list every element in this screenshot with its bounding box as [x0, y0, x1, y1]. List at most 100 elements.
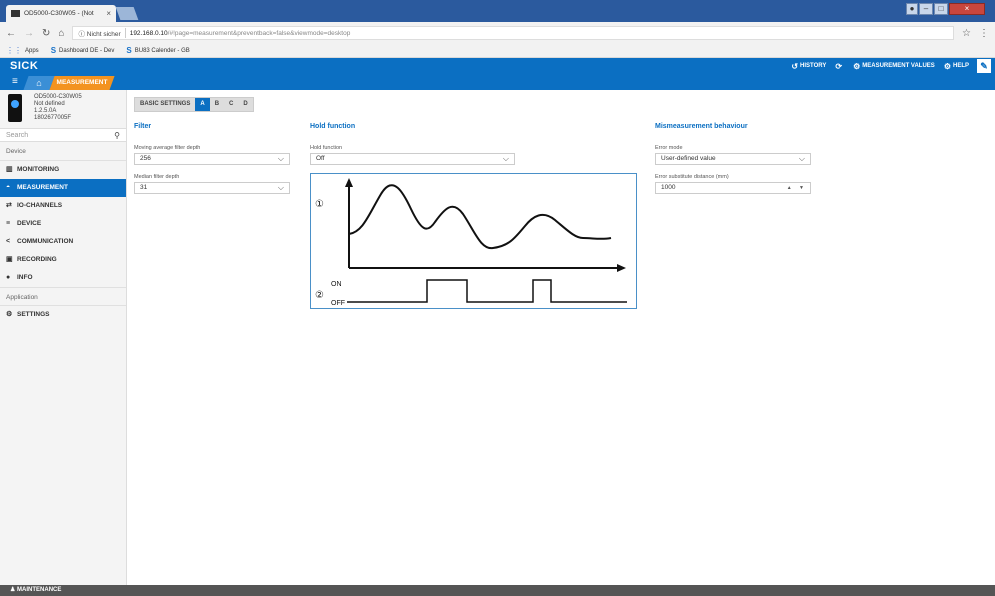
hold-function-select[interactable]: Off ⌵ [310, 153, 515, 165]
sick-s-icon: S [126, 46, 132, 55]
sick-s-icon: S [50, 46, 57, 55]
tab-b[interactable]: B [210, 98, 224, 111]
browser-tab-bar: OD5000-C30W05 - (Not × ● – □ × [0, 0, 995, 22]
median-filter-select[interactable]: 31 ⌵ [134, 182, 290, 194]
bookmark-star-icon[interactable]: ☆ [962, 28, 971, 39]
hold-function-diagram: ① ② ON OFF [310, 173, 637, 309]
gears-icon: ⚙ [943, 61, 951, 71]
chevron-down-icon: ⌵ [277, 183, 284, 192]
moving-average-select[interactable]: 256 ⌵ [134, 153, 290, 165]
browser-menu-icon[interactable]: ⋮ [979, 28, 989, 39]
bar-chart-icon: ▥ [6, 166, 13, 173]
error-mode-select[interactable]: User-defined value ⌵ [655, 153, 811, 165]
marker-2: ② [315, 290, 324, 301]
x-axis-arrow [617, 264, 626, 272]
chevron-down-icon: ⌵ [502, 154, 509, 163]
home-icon: ⌂ [36, 78, 42, 88]
list-icon: ≡ [6, 220, 11, 227]
tab-close-icon[interactable]: × [106, 9, 111, 18]
bookmark-dashboard[interactable]: S Dashboard DE - Dev [51, 46, 115, 55]
tab-a[interactable]: A [195, 98, 210, 111]
arrows-icon: ⇄ [6, 202, 12, 209]
sidebar-item-label: RECORDING [17, 256, 57, 263]
url-path: /#!page=measurement&preventback=false&vi… [167, 29, 351, 37]
sidebar-section-device: Device [0, 142, 126, 161]
sidebar: OD5000-C30W05 Not defined 1.2.5.0A 18026… [0, 90, 127, 585]
tab-basic-settings[interactable]: BASIC SETTINGS [135, 98, 195, 111]
error-mode-label: Error mode [655, 145, 683, 151]
url-input[interactable]: ⓘ Nicht sicher 192.168.0.10 /#!page=meas… [72, 26, 955, 40]
moving-average-label: Moving average filter depth [134, 145, 201, 151]
apps-grid-icon: ⋮⋮ [6, 46, 22, 55]
url-host: 192.168.0.10 [129, 29, 168, 37]
maintenance-icon: ♟ [10, 587, 18, 593]
sidebar-item-label: IO-CHANNELS [17, 202, 63, 209]
chevron-down-icon: ⌵ [798, 154, 805, 163]
maximize-button[interactable]: □ [934, 3, 948, 15]
measurement-breadcrumb[interactable]: MEASUREMENT [49, 76, 115, 90]
history-button[interactable]: ↺ HISTORY [791, 62, 826, 71]
settings-tabs: BASIC SETTINGS A B C D [134, 97, 254, 112]
sidebar-item-io-channels[interactable]: ⇄ IO-CHANNELS [0, 197, 126, 215]
sidebar-item-recording[interactable]: ▣ RECORDING [0, 251, 126, 269]
on-label: ON [331, 281, 342, 288]
gears-icon: ⚙ [6, 311, 13, 318]
tab-d[interactable]: D [238, 98, 252, 111]
search-icon[interactable]: ⚲ [114, 131, 120, 140]
edit-button[interactable]: ✎ [977, 59, 991, 73]
forward-arrow-icon[interactable]: → [24, 28, 34, 39]
sidebar-section-application: Application [0, 287, 126, 306]
maintenance-footer[interactable]: ♟ MAINTENANCE [0, 585, 995, 596]
history-label: HISTORY [800, 63, 827, 69]
device-card: OD5000-C30W05 Not defined 1.2.5.0A 18026… [0, 90, 126, 128]
hold-function-label: Hold function [310, 145, 343, 151]
sidebar-item-communication[interactable]: < COMMUNICATION [0, 233, 126, 251]
address-bar: ← → ↻ ⌂ ⓘ Nicht sicher 192.168.0.10 /#!p… [0, 22, 995, 44]
sidebar-item-measurement[interactable]: ◓ MEASUREMENT [0, 179, 126, 197]
tab-title: OD5000-C30W05 - (Not [24, 10, 94, 17]
off-label: OFF [331, 300, 345, 307]
close-window-button[interactable]: × [949, 3, 985, 15]
profile-icon[interactable]: ● [906, 3, 918, 15]
measurement-values-button[interactable]: ⚙ MEASUREMENT VALUES [853, 62, 935, 71]
sidebar-search-input[interactable]: Search ⚲ [0, 128, 126, 142]
error-substitute-input[interactable]: 1000 ▲ ▼ [655, 182, 811, 194]
browser-tab[interactable]: OD5000-C30W05 - (Not × [6, 5, 116, 22]
bookmark-calendar[interactable]: S BU83 Calender - GB [126, 46, 189, 55]
pencil-icon: ✎ [980, 61, 988, 71]
hamburger-menu-icon[interactable]: ≡ [12, 76, 18, 87]
refresh-button[interactable]: ⟳ [835, 62, 844, 71]
breadcrumb-bar: ≡ ⌂ MEASUREMENT [0, 74, 995, 90]
mismeasurement-section-title: Mismeasurement behaviour [655, 123, 748, 130]
new-tab-button[interactable] [115, 7, 139, 20]
bookmarks-bar: ⋮⋮ Apps S Dashboard DE - Dev S BU83 Cale… [0, 44, 995, 58]
sidebar-item-device[interactable]: ≡ DEVICE [0, 215, 126, 233]
median-filter-label: Median filter depth [134, 174, 180, 180]
device-info: OD5000-C30W05 Not defined 1.2.5.0A 18026… [34, 94, 82, 122]
bookmark-label: Apps [25, 47, 39, 54]
home-icon[interactable]: ⌂ [58, 28, 64, 39]
bookmark-apps[interactable]: ⋮⋮ Apps [6, 46, 39, 55]
device-serial: 1802677005F [34, 115, 72, 121]
device-version: 1.2.5.0A [34, 108, 57, 114]
sidebar-item-settings[interactable]: ⚙ SETTINGS [0, 306, 126, 324]
reload-icon[interactable]: ↻ [42, 28, 50, 39]
back-arrow-icon[interactable]: ← [6, 28, 16, 39]
maintenance-label: MAINTENANCE [17, 587, 62, 593]
sidebar-item-info[interactable]: ● INFO [0, 269, 126, 287]
filter-section-title: Filter [134, 123, 152, 130]
sync-icon: ⟳ [835, 61, 843, 71]
sidebar-item-label: MONITORING [17, 166, 60, 173]
stepper-arrows-icon[interactable]: ▲ ▼ [787, 183, 807, 193]
help-button[interactable]: ⚙ HELP [944, 62, 969, 71]
security-indicator[interactable]: ⓘ Nicht sicher [78, 28, 126, 38]
sidebar-item-monitoring[interactable]: ▥ MONITORING [0, 161, 126, 179]
error-substitute-label: Error substitute distance (mm) [655, 174, 729, 180]
sidebar-menu: ▥ MONITORING ◓ MEASUREMENT ⇄ IO-CHANNELS ≡ DEVI… [0, 161, 126, 287]
minimize-button[interactable]: – [919, 3, 933, 15]
error-mode-value: User-defined value [661, 155, 716, 162]
sick-logo: SICK [10, 60, 39, 72]
y-axis-arrow [345, 178, 353, 187]
gears-icon: ⚙ [853, 61, 861, 71]
tab-c[interactable]: C [224, 98, 238, 111]
